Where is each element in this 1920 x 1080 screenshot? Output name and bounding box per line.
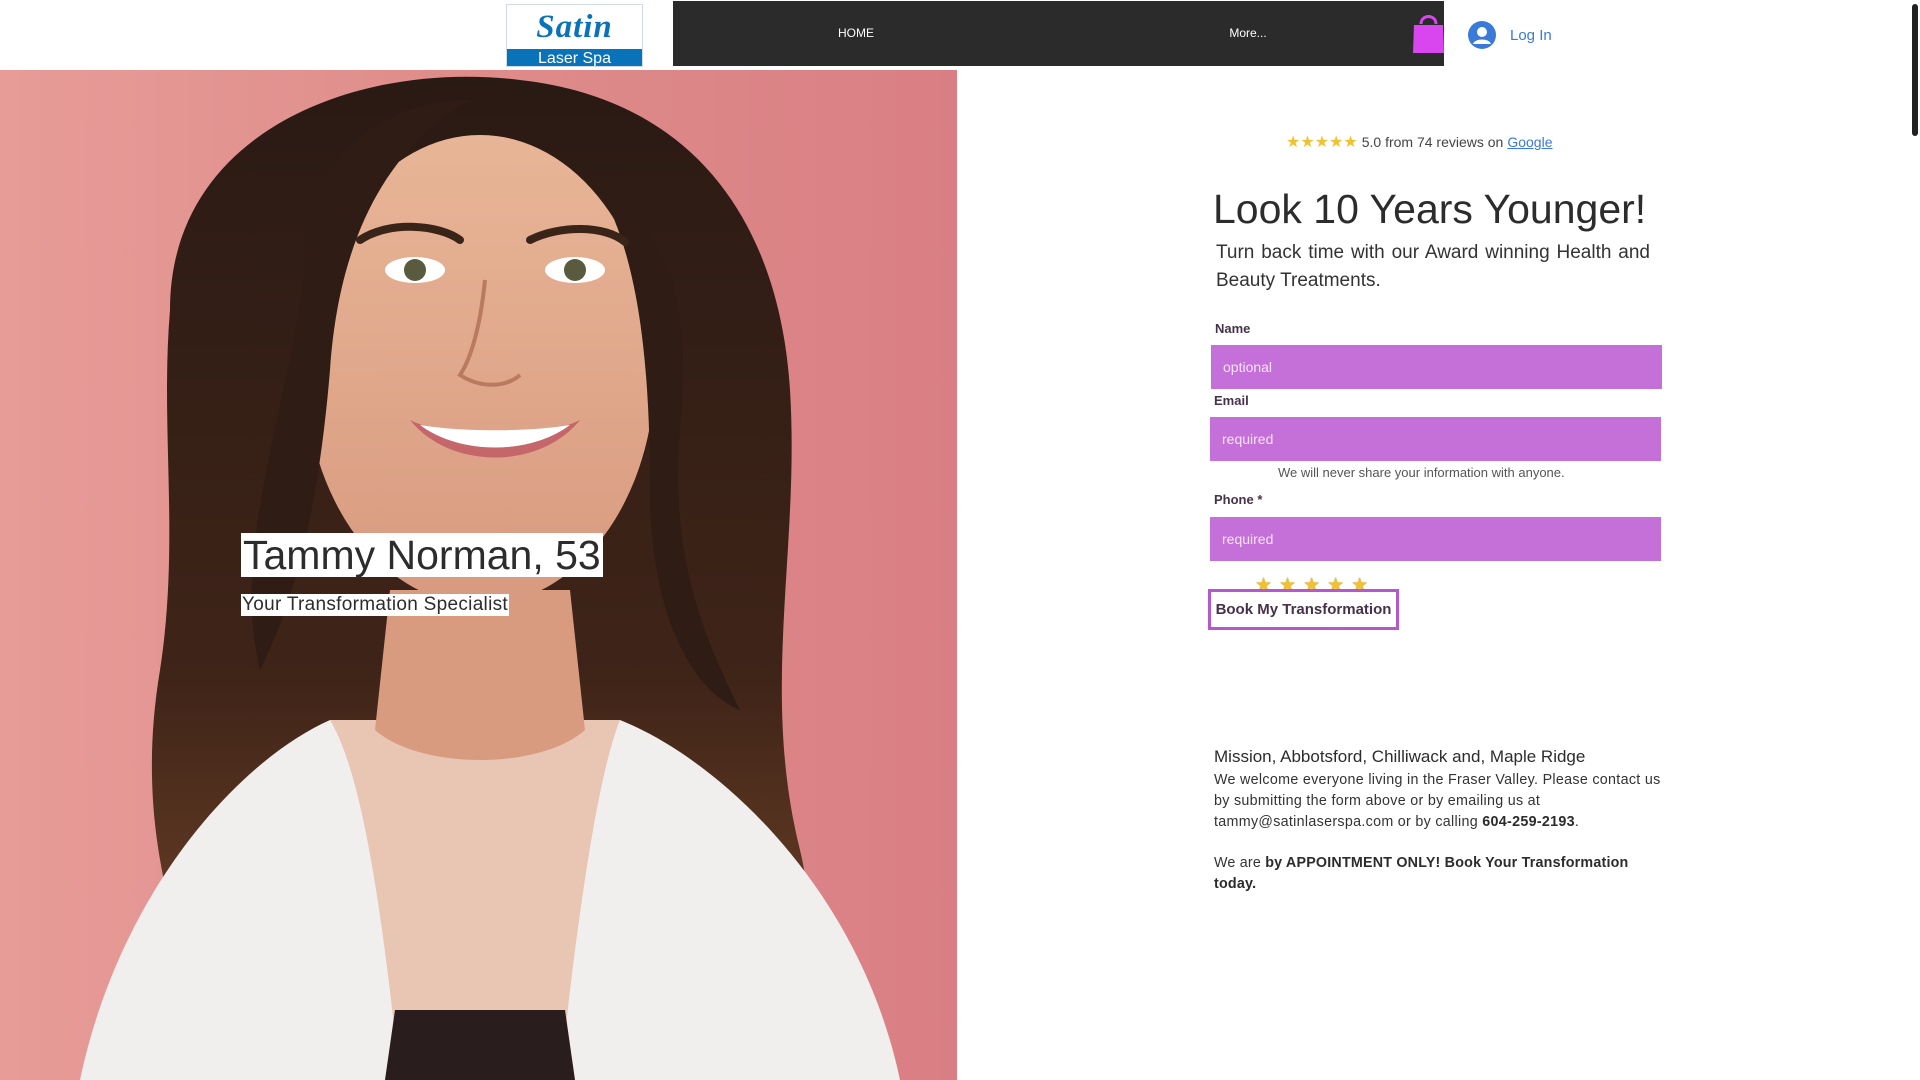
scrollbar-thumb[interactable]: [1912, 4, 1918, 136]
nav-home[interactable]: HOME: [831, 1, 881, 66]
logo-text-laser-spa: Laser Spa: [538, 50, 611, 67]
phone-field[interactable]: [1210, 517, 1661, 561]
contact-text-end: .: [1574, 814, 1580, 830]
main-nav: HOME More...: [673, 1, 1444, 66]
privacy-note: We will never share your information wit…: [1278, 465, 1565, 480]
contact-paragraph: We welcome everyone living in the Fraser…: [1214, 770, 1664, 833]
appointment-prefix: We are: [1214, 855, 1266, 871]
login-button[interactable]: Log In: [1468, 18, 1552, 52]
reviews-text: 5.0 from 74 reviews on: [1361, 134, 1504, 150]
user-avatar-icon: [1468, 21, 1496, 49]
site-header: Satin Laser Spa HOME More... Log In: [0, 0, 1920, 70]
page-subheadline: Turn back time with our Award winning He…: [1216, 242, 1650, 291]
rating-stars-icon: ★★★★★: [1286, 134, 1358, 151]
name-field[interactable]: [1211, 345, 1662, 389]
appointment-bold: by APPOINTMENT ONLY! Book Your Transform…: [1214, 855, 1629, 892]
satin-laser-spa-logo[interactable]: Satin Laser Spa: [506, 4, 643, 67]
email-field[interactable]: [1210, 417, 1661, 461]
contact-text: We welcome everyone living in the Fraser…: [1214, 772, 1661, 830]
login-label: Log In: [1510, 26, 1552, 44]
phone-label: Phone *: [1214, 492, 1263, 507]
appointment-note: We are by APPOINTMENT ONLY! Book Your Tr…: [1214, 853, 1654, 895]
google-reviews-badge: ★★★★★ 5.0 from 74 reviews on Google: [1286, 132, 1553, 152]
person-name: Tammy Norman, 53: [241, 532, 603, 578]
service-locations: Mission, Abbotsford, Chilliwack and, Map…: [1214, 747, 1586, 766]
nav-more[interactable]: More...: [1213, 1, 1283, 66]
book-transformation-button[interactable]: Book My Transformation: [1208, 589, 1399, 630]
logo-text-satin: Satin: [536, 9, 613, 45]
page-headline: Look 10 Years Younger!: [1213, 186, 1647, 232]
email-label: Email: [1214, 393, 1249, 408]
shopping-bag-icon[interactable]: [1411, 12, 1446, 54]
person-title: Your Transformation Specialist: [241, 594, 509, 616]
contact-phone[interactable]: 604-259-2193: [1482, 814, 1575, 830]
name-label: Name: [1215, 321, 1251, 336]
scrollbar-track[interactable]: [1908, 0, 1920, 1080]
google-reviews-link[interactable]: Google: [1507, 134, 1552, 150]
